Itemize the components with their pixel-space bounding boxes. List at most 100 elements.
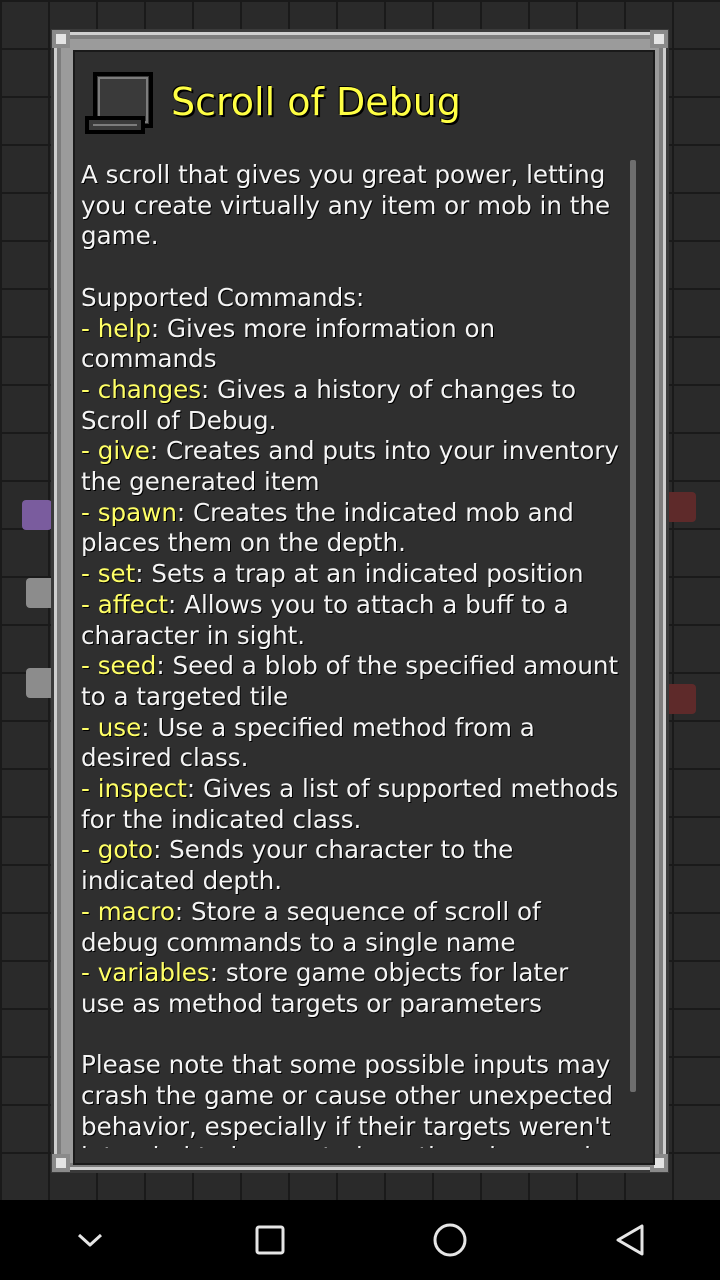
command-line-cont: to a targeted tile <box>81 682 641 713</box>
command-prefix: - <box>81 774 98 804</box>
command-line-cont: use as method targets or parameters <box>81 989 641 1020</box>
command-text: : Store a sequence of scroll of <box>174 896 541 926</box>
command-prefix: - <box>81 651 98 681</box>
mob-sprite <box>666 684 696 714</box>
note-text: crash the game or cause other unexpected <box>81 1081 614 1111</box>
command-name: variables <box>97 958 210 988</box>
back-icon <box>616 1224 644 1256</box>
mob-sprite <box>666 492 696 522</box>
command-line: - inspect: Gives a list of supported met… <box>81 774 641 805</box>
mob-sprite <box>22 500 52 530</box>
command-text: : Seed a blob of the specified amount <box>156 651 619 681</box>
command-text: desired class. <box>81 743 249 773</box>
intro-text: A scroll that gives you great power, let… <box>81 160 606 189</box>
window-header: Scroll of Debug <box>85 60 461 144</box>
commands-header-text: Supported Commands: <box>81 282 365 312</box>
command-line: - spawn: Creates the indicated mob and <box>81 498 641 529</box>
command-text: : Allows you to attach a buff to a <box>168 589 569 619</box>
command-text: the generated item <box>81 467 320 497</box>
item-title: Scroll of Debug <box>171 80 461 124</box>
command-text: character in sight. <box>81 620 306 650</box>
commands-header: Supported Commands: <box>81 283 641 314</box>
tombstone-sprite <box>26 578 56 608</box>
command-name: use <box>97 712 142 742</box>
command-line-cont: desired class. <box>81 743 641 774</box>
command-text: : Sets a trap at an indicated position <box>135 559 584 589</box>
window-corner <box>650 30 668 48</box>
system-nav-bar <box>0 1200 720 1280</box>
window-content: Scroll of Debug A scroll that gives you … <box>73 50 655 1165</box>
command-prefix: - <box>81 589 98 619</box>
description-scroll-area[interactable]: A scroll that gives you great power, let… <box>81 160 641 1148</box>
command-prefix: - <box>81 896 98 926</box>
back-button[interactable] <box>600 1210 660 1270</box>
note-line: intended to be created or otherwise used <box>81 1142 641 1148</box>
item-info-window: Scroll of Debug A scroll that gives you … <box>52 30 668 1172</box>
command-line-cont: commands <box>81 344 641 375</box>
command-line-cont: character in sight. <box>81 621 641 652</box>
command-text: Scroll of Debug. <box>81 405 277 435</box>
scrollbar[interactable] <box>630 160 636 1092</box>
command-text: debug commands to a single name <box>81 927 516 957</box>
command-name: inspect <box>97 774 187 804</box>
command-line: - goto: Sends your character to the <box>81 835 641 866</box>
command-line-cont: the generated item <box>81 467 641 498</box>
command-text: : Gives a history of changes to <box>201 374 576 404</box>
note-line: crash the game or cause other unexpected <box>81 1081 641 1112</box>
intro-line: game. <box>81 221 641 252</box>
command-text: : Creates and puts into your inventory <box>149 436 619 466</box>
command-line: - seed: Seed a blob of the specified amo… <box>81 651 641 682</box>
item-description: A scroll that gives you great power, let… <box>81 160 641 1148</box>
command-text: commands <box>81 344 217 374</box>
intro-text: game. <box>81 221 159 251</box>
command-prefix: - <box>81 835 98 865</box>
note-text: Please note that some possible inputs ma… <box>81 1050 611 1080</box>
command-name: help <box>97 313 151 343</box>
recent-apps-icon <box>255 1225 285 1255</box>
scroll-icon <box>85 72 153 134</box>
hide-keyboard-button[interactable] <box>60 1210 120 1270</box>
command-line-cont: Scroll of Debug. <box>81 406 641 437</box>
command-prefix: - <box>81 313 98 343</box>
note-text: behavior, especially if their targets we… <box>81 1111 611 1141</box>
command-line-cont: for the indicated class. <box>81 805 641 836</box>
note-line: Please note that some possible inputs ma… <box>81 1050 641 1081</box>
command-text: : store game objects for later <box>209 958 569 988</box>
tombstone-sprite <box>26 668 56 698</box>
command-prefix: - <box>81 712 98 742</box>
command-text: places them on the depth. <box>81 528 406 558</box>
command-line-cont: indicated depth. <box>81 866 641 897</box>
recent-apps-button[interactable] <box>240 1210 300 1270</box>
command-line: - set: Sets a trap at an indicated posit… <box>81 559 641 590</box>
command-line: - macro: Store a sequence of scroll of <box>81 897 641 928</box>
command-name: affect <box>97 589 169 619</box>
command-line: - give: Creates and puts into your inven… <box>81 436 641 467</box>
home-button[interactable] <box>420 1210 480 1270</box>
command-name: spawn <box>97 497 177 527</box>
command-line-cont: debug commands to a single name <box>81 928 641 959</box>
command-line: - help: Gives more information on <box>81 314 641 345</box>
intro-line: A scroll that gives you great power, let… <box>81 160 641 191</box>
command-name: seed <box>97 651 157 681</box>
command-text: : Creates the indicated mob and <box>176 497 574 527</box>
window-corner <box>52 30 70 48</box>
command-text: : Gives more information on <box>150 313 496 343</box>
chevron-down-icon <box>77 1233 103 1247</box>
home-icon <box>433 1223 467 1257</box>
command-line: - use: Use a specified method from a <box>81 713 641 744</box>
command-line-cont: places them on the depth. <box>81 528 641 559</box>
command-text: : Sends your character to the <box>153 835 514 865</box>
command-name: goto <box>97 835 154 865</box>
command-line: - changes: Gives a history of changes to <box>81 375 641 406</box>
command-text: : Use a specified method from a <box>141 712 535 742</box>
intro-text: you create virtually any item or mob in … <box>81 190 611 220</box>
command-name: give <box>97 436 150 466</box>
command-line: - variables: store game objects for late… <box>81 958 641 989</box>
command-prefix: - <box>81 559 98 589</box>
note-line: behavior, especially if their targets we… <box>81 1112 641 1143</box>
command-prefix: - <box>81 436 98 466</box>
command-name: changes <box>97 374 202 404</box>
command-text: for the indicated class. <box>81 804 362 834</box>
